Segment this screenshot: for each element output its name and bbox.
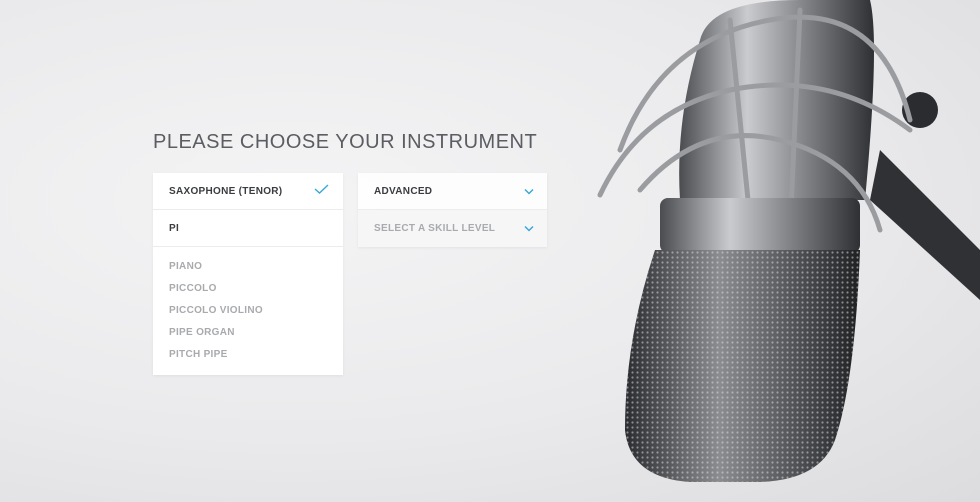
chevron-down-icon (524, 188, 534, 195)
page-title: PLEASE CHOOSE YOUR INSTRUMENT (153, 131, 538, 153)
instrument-selected-label: SAXOPHONE (TENOR) (169, 185, 283, 197)
chevron-down-icon (524, 225, 534, 232)
skill-dropdown: ADVANCED SELECT A SKILL LEVEL (358, 173, 547, 247)
instrument-option[interactable]: PIPE ORGAN (153, 322, 343, 344)
skill-selected[interactable]: ADVANCED (358, 173, 547, 210)
instrument-dropdown[interactable]: SAXOPHONE (TENOR) PIANO PICCOLO PICCOLO … (153, 173, 343, 375)
instrument-option[interactable]: PITCH PIPE (153, 344, 343, 366)
instrument-selected[interactable]: SAXOPHONE (TENOR) (153, 173, 343, 210)
instrument-search-row[interactable] (153, 210, 343, 247)
microphone-image (597, 0, 980, 482)
skill-placeholder: SELECT A SKILL LEVEL (374, 223, 496, 234)
instrument-option[interactable]: PIANO (153, 256, 343, 278)
instrument-search-input[interactable] (169, 222, 327, 234)
skill-level-select[interactable]: SELECT A SKILL LEVEL (358, 210, 547, 247)
instrument-option[interactable]: PICCOLO VIOLINO (153, 300, 343, 322)
check-icon (314, 184, 329, 194)
instrument-options-list: PIANO PICCOLO PICCOLO VIOLINO PIPE ORGAN… (153, 256, 343, 366)
instrument-option[interactable]: PICCOLO (153, 278, 343, 300)
skill-selected-label: ADVANCED (374, 185, 433, 197)
